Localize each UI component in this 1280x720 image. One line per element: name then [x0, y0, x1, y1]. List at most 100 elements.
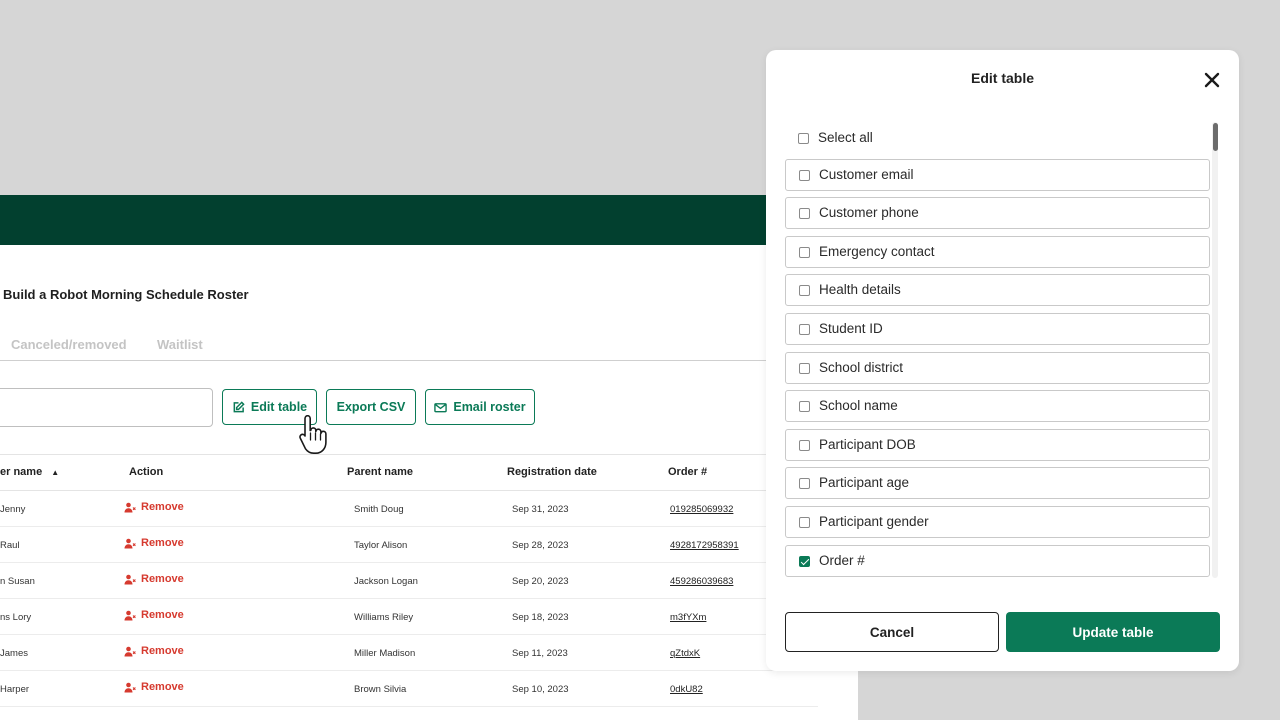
- remove-button[interactable]: Remove: [124, 645, 184, 657]
- parent-name: Miller Madison: [354, 648, 416, 659]
- table-row: James Remove Miller Madison Sep 11, 2023 qZt…: [0, 635, 818, 671]
- table-row: Raul Remove Taylor Alison Sep 28, 2023 49281…: [0, 527, 818, 563]
- checkbox[interactable]: [799, 208, 810, 220]
- checkbox[interactable]: [799, 439, 810, 451]
- scrollbar-thumb[interactable]: [1213, 123, 1218, 151]
- table-row: ns Lory Remove Williams Riley Sep 18, 2023 m…: [0, 599, 818, 635]
- column-header-date[interactable]: Registration date: [507, 466, 597, 478]
- column-option-label: Health details: [819, 282, 901, 298]
- order-number-link[interactable]: 0dkU82: [670, 684, 703, 695]
- registration-date: Sep 31, 2023: [512, 504, 569, 515]
- update-table-button[interactable]: Update table: [1006, 612, 1220, 652]
- tab-canceled-removed[interactable]: Canceled/removed: [11, 337, 127, 352]
- column-option[interactable]: Customer email: [785, 158, 1210, 191]
- column-option[interactable]: Customer phone: [785, 197, 1210, 230]
- screen: Build a Robot Morning Schedule Roster Ca…: [0, 0, 1280, 720]
- column-option[interactable]: Student ID: [785, 313, 1210, 345]
- column-option[interactable]: Emergency contact: [785, 235, 1210, 268]
- table-row: Jenny Remove Smith Doug Sep 31, 2023 0192850…: [0, 491, 818, 527]
- column-option[interactable]: School district: [785, 351, 1210, 384]
- order-number-link[interactable]: m3fYXm: [670, 612, 706, 623]
- participant-name: ns Lory: [0, 612, 32, 623]
- order-number-link[interactable]: qZtdxK: [670, 648, 700, 659]
- checkbox[interactable]: [799, 324, 810, 335]
- sort-ascending-icon: ▲: [51, 468, 60, 477]
- column-option-label: Order #: [819, 552, 865, 568]
- column-option-label: Participant DOB: [819, 436, 916, 452]
- checkbox[interactable]: [799, 478, 810, 490]
- export-csv-button[interactable]: Export CSV: [326, 389, 416, 425]
- remove-user-icon: [124, 646, 136, 656]
- remove-user-icon: [124, 610, 136, 620]
- close-icon[interactable]: [1202, 70, 1222, 90]
- checkbox[interactable]: [798, 133, 809, 144]
- remove-label: Remove: [141, 681, 184, 693]
- participant-name: Raul: [0, 540, 20, 551]
- roster-page: Build a Robot Morning Schedule Roster Ca…: [0, 195, 858, 720]
- remove-user-icon: [124, 682, 136, 692]
- table-row: n Susan Remove Jackson Logan Sep 20, 2023 45…: [0, 563, 818, 599]
- participant-name: Harper: [0, 684, 30, 695]
- checkbox[interactable]: [799, 285, 810, 297]
- table-header: er name ▲ Action Parent name Registratio…: [0, 454, 818, 491]
- email-roster-button[interactable]: Email roster: [425, 389, 535, 425]
- checkbox[interactable]: [799, 362, 810, 374]
- search-input[interactable]: [0, 388, 213, 427]
- column-header-participant[interactable]: er name ▲: [0, 466, 59, 478]
- order-number-link[interactable]: 459286039683: [670, 576, 733, 587]
- column-option-label: School district: [819, 359, 904, 375]
- column-option[interactable]: Health details: [785, 274, 1210, 307]
- hand-pointer-cursor-icon: [299, 415, 327, 454]
- checkbox[interactable]: [799, 517, 810, 528]
- participant-name: James: [0, 648, 28, 659]
- page-title: Build a Robot Morning Schedule Roster: [3, 287, 249, 302]
- column-option[interactable]: Order #: [785, 544, 1210, 577]
- remove-button[interactable]: Remove: [124, 609, 184, 621]
- scrollbar-track[interactable]: [1212, 122, 1218, 578]
- remove-label: Remove: [141, 573, 184, 585]
- order-number-link[interactable]: 019285069932: [670, 504, 733, 515]
- remove-label: Remove: [141, 537, 184, 549]
- column-option-label: Participant age: [819, 475, 910, 491]
- checkbox[interactable]: [799, 246, 810, 258]
- email-roster-label: Email roster: [453, 400, 526, 414]
- export-csv-label: Export CSV: [336, 400, 406, 414]
- column-option[interactable]: Select all: [785, 123, 1210, 155]
- table-row: Harper Remove Brown Silvia Sep 10, 2023 0dkU…: [0, 671, 818, 707]
- column-option-label: Select all: [818, 130, 873, 145]
- cancel-button[interactable]: Cancel: [785, 612, 999, 652]
- mail-icon: [434, 402, 448, 412]
- remove-label: Remove: [141, 645, 184, 657]
- remove-user-icon: [124, 574, 136, 584]
- checkbox[interactable]: [799, 555, 810, 567]
- column-option-label: Student ID: [819, 321, 883, 336]
- remove-label: Remove: [141, 609, 184, 621]
- app-header: [0, 195, 858, 245]
- column-option[interactable]: Participant gender: [785, 506, 1210, 538]
- column-option[interactable]: Participant age: [785, 467, 1210, 500]
- edit-table-modal: Edit table Select all Customer email Custo…: [766, 50, 1239, 671]
- column-header-parent[interactable]: Parent name: [347, 466, 413, 478]
- column-option-label: Customer phone: [819, 205, 919, 221]
- participant-name: n Susan: [0, 576, 35, 587]
- remove-button[interactable]: Remove: [124, 573, 184, 585]
- checkbox[interactable]: [799, 401, 810, 413]
- parent-name: Jackson Logan: [354, 576, 418, 587]
- column-option-label: Participant gender: [819, 514, 929, 529]
- tab-waitlist[interactable]: Waitlist: [157, 337, 203, 352]
- participant-name: Jenny: [0, 504, 26, 515]
- parent-name: Brown Silvia: [354, 684, 407, 695]
- parent-name: Taylor Alison: [354, 540, 408, 551]
- remove-button[interactable]: Remove: [124, 537, 184, 549]
- order-number-link[interactable]: 4928172958391: [670, 540, 739, 551]
- column-header-order[interactable]: Order #: [668, 466, 707, 478]
- edit-table-label: Edit table: [250, 400, 308, 414]
- checkbox[interactable]: [799, 169, 810, 181]
- remove-button[interactable]: Remove: [124, 681, 184, 693]
- column-option[interactable]: School name: [785, 390, 1210, 423]
- parent-name: Smith Doug: [354, 504, 404, 515]
- remove-button[interactable]: Remove: [124, 501, 184, 513]
- registration-date: Sep 28, 2023: [512, 540, 569, 551]
- column-option[interactable]: Participant DOB: [785, 428, 1210, 461]
- registration-date: Sep 18, 2023: [512, 612, 569, 623]
